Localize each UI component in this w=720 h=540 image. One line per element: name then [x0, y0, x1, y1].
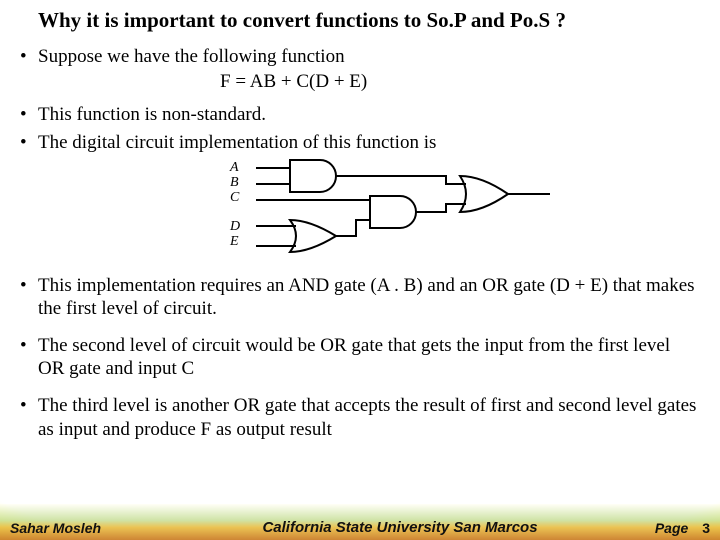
- bullet-text: This implementation requires an AND gate…: [38, 274, 700, 320]
- and-gate-icon: [290, 160, 336, 192]
- bullet-5: • The second level of circuit would be O…: [20, 334, 700, 380]
- bullet-text: This function is non-standard.: [38, 103, 700, 126]
- bullet-3: • The digital circuit implementation of …: [20, 131, 700, 154]
- bullet-dot: •: [20, 103, 38, 126]
- or-gate-icon: [460, 176, 508, 212]
- bullet-2: • This function is non-standard.: [20, 103, 700, 126]
- bullet-text: The digital circuit implementation of th…: [38, 131, 700, 154]
- bullet-dot: •: [20, 274, 38, 320]
- bullet-text: Suppose we have the following function: [38, 45, 700, 68]
- bullet-list: • Suppose we have the following function…: [20, 45, 700, 441]
- bullet-4: • This implementation requires an AND ga…: [20, 274, 700, 320]
- page-number: 3: [702, 520, 710, 536]
- label-B: B: [230, 175, 240, 190]
- bullet-dot: •: [20, 131, 38, 154]
- label-C: C: [230, 190, 240, 205]
- circuit-diagram: A B C D E: [20, 158, 700, 268]
- bullet-6: • The third level is another OR gate tha…: [20, 394, 700, 440]
- formula: F = AB + C(D + E): [20, 70, 700, 93]
- slide-content: Why it is important to convert functions…: [0, 0, 720, 540]
- bullet-dot: •: [20, 45, 38, 68]
- page-label: Page: [655, 520, 688, 536]
- slide-footer: Sahar Mosleh California State University…: [0, 519, 720, 536]
- bullet-1: • Suppose we have the following function: [20, 45, 700, 68]
- bullet-text: The third level is another OR gate that …: [38, 394, 700, 440]
- and-gate-icon: [370, 196, 416, 228]
- bullet-dot: •: [20, 394, 38, 440]
- diagram-input-labels: A B C D E: [230, 160, 240, 249]
- label-A: A: [230, 160, 240, 175]
- bullet-text: The second level of circuit would be OR …: [38, 334, 700, 380]
- footer-university: California State University San Marcos: [180, 519, 620, 536]
- bullet-dot: •: [20, 334, 38, 380]
- slide-title: Why it is important to convert functions…: [20, 8, 700, 33]
- footer-page: Page 3: [620, 520, 710, 536]
- label-D: D: [230, 219, 240, 234]
- circuit-svg: [250, 158, 570, 268]
- label-E: E: [230, 234, 240, 249]
- footer-author: Sahar Mosleh: [10, 520, 180, 536]
- or-gate-icon: [290, 220, 336, 252]
